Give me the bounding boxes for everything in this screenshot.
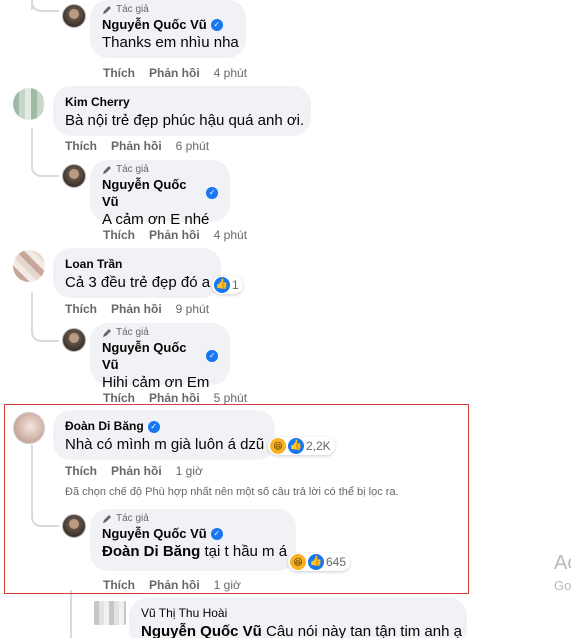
commenter-name[interactable]: Đoàn Di Băng <box>65 418 144 435</box>
comment-text-body: tại t hầu m á <box>200 543 288 560</box>
comment-bubble: Vũ Thị Thu Hoài Nguyễn Quốc Vũ Câu nói n… <box>129 598 467 638</box>
commenter-name[interactable]: Vũ Thị Thu Hoài <box>141 605 227 622</box>
like-reaction-icon: 👍 <box>288 438 304 454</box>
comment-text: Cả 3 đều trẻ đẹp đó a <box>65 274 211 291</box>
pencil-icon <box>103 6 111 14</box>
commenter-name[interactable]: Kim Cherry <box>65 94 130 111</box>
thread-connector <box>31 320 59 342</box>
avatar[interactable] <box>62 4 86 28</box>
comment-bubble: Loan Trần Cả 3 đều trẻ đẹp đó a <box>53 248 221 298</box>
author-badge-label: Tác giả <box>116 4 149 15</box>
pencil-icon <box>103 329 111 337</box>
verified-icon: ✓ <box>206 350 218 362</box>
avatar[interactable] <box>13 250 45 282</box>
author-badge: Tác giả <box>102 513 284 525</box>
comment-bubble: Tác giả Nguyễn Quốc Vũ ✓ Thanks em nhìu … <box>90 0 246 58</box>
comment-text: Thanks em nhìu nha <box>102 34 239 51</box>
haha-reaction-icon: 😆 <box>270 438 286 454</box>
avatar[interactable] <box>13 412 45 444</box>
avatar[interactable] <box>13 88 45 120</box>
like-reaction-icon: 👍 <box>308 554 324 570</box>
reply-button[interactable]: Phản hồi <box>149 227 200 243</box>
comment-time[interactable]: 9 phút <box>176 301 209 317</box>
author-badge: Tác giả <box>102 4 234 16</box>
thread-connector <box>31 155 59 177</box>
activation-watermark-sub: Go <box>554 578 571 593</box>
reply-button[interactable]: Phản hồi <box>149 65 200 81</box>
author-badge-label: Tác giả <box>116 327 149 338</box>
reply-button[interactable]: Phản hồi <box>111 463 162 479</box>
comment-actions: Thích Phản hồi 4 phút <box>103 65 247 81</box>
reaction-summary[interactable]: 😆 👍 645 <box>288 553 351 571</box>
avatar[interactable] <box>62 164 86 188</box>
comment-time[interactable]: 4 phút <box>214 65 247 81</box>
comment-actions: Thích Phản hồi 4 phút <box>103 227 247 243</box>
comment-bubble: Tác giả Nguyễn Quốc Vũ ✓ Đoàn Di Băng tạ… <box>90 509 296 571</box>
like-button[interactable]: Thích <box>103 65 135 81</box>
reaction-count: 645 <box>326 555 347 569</box>
reaction-count: 2,2K <box>306 439 331 453</box>
comment-text: Bà nội trẻ đẹp phúc hậu quá anh ơi. <box>65 112 305 129</box>
verified-icon: ✓ <box>206 187 218 199</box>
like-button[interactable]: Thích <box>65 301 97 317</box>
like-button[interactable]: Thích <box>103 577 135 593</box>
thread-line <box>70 590 72 638</box>
comment-text: Nguyễn Quốc Vũ Câu nói này tan tận tim a… <box>141 622 462 638</box>
commenter-name[interactable]: Loan Trần <box>65 256 122 273</box>
comment-bubble: Đoàn Di Băng ✓ Nhà có mình m già luôn á … <box>53 410 275 460</box>
reply-button[interactable]: Phản hồi <box>149 577 200 593</box>
mention-tag[interactable]: Đoàn Di Băng <box>102 543 200 560</box>
comment-time[interactable]: 1 giờ <box>176 463 203 479</box>
comment-bubble: Kim Cherry Bà nội trẻ đẹp phúc hậu quá a… <box>53 86 311 136</box>
comment-time[interactable]: 4 phút <box>214 227 247 243</box>
comment-actions: Thích Phản hồi 1 giờ <box>103 577 241 593</box>
author-badge: Tác giả <box>102 164 218 176</box>
thread-connector <box>31 0 59 12</box>
author-badge-label: Tác giả <box>116 513 149 524</box>
avatar[interactable] <box>62 514 86 538</box>
comment-actions: Thích Phản hồi 9 phút <box>65 301 209 317</box>
verified-icon: ✓ <box>210 527 223 540</box>
avatar[interactable] <box>62 328 86 352</box>
activation-watermark: Ac <box>554 552 571 574</box>
commenter-name[interactable]: Nguyễn Quốc Vũ <box>102 525 207 542</box>
comment-actions: Thích Phản hồi 6 phút <box>65 138 209 154</box>
reply-button[interactable]: Phản hồi <box>111 301 162 317</box>
comment-bubble: Tác giả Nguyễn Quốc Vũ ✓ Hihi cảm ơn Em <box>90 323 230 391</box>
commenter-name[interactable]: Nguyễn Quốc Vũ <box>102 339 202 373</box>
author-badge-label: Tác giả <box>116 164 149 175</box>
commenter-name[interactable]: Nguyễn Quốc Vũ <box>102 176 202 210</box>
like-button[interactable]: Thích <box>65 138 97 154</box>
like-button[interactable]: Thích <box>65 463 97 479</box>
reaction-summary[interactable]: 👍 1 <box>212 276 243 294</box>
verified-icon: ✓ <box>210 18 223 31</box>
filter-note: Đã chọn chế độ Phù hợp nhất nên một số c… <box>65 486 399 498</box>
comment-text: Nhà có mình m già luôn á dzũ <box>65 436 265 453</box>
comment-actions: Thích Phản hồi 1 giờ <box>65 463 203 479</box>
like-button[interactable]: Thích <box>103 227 135 243</box>
commenter-name[interactable]: Nguyễn Quốc Vũ <box>102 16 207 33</box>
comment-time[interactable]: 6 phút <box>176 138 209 154</box>
reaction-count: 1 <box>232 278 239 292</box>
author-badge: Tác giả <box>102 327 218 339</box>
haha-reaction-icon: 😆 <box>290 554 306 570</box>
reaction-summary[interactable]: 😆 👍 2,2K <box>268 437 335 455</box>
pencil-icon <box>103 515 111 523</box>
comment-text-body: Câu nói này tan tận tim anh ạ <box>261 623 462 638</box>
mention-tag[interactable]: Nguyễn Quốc Vũ <box>141 623 262 638</box>
pencil-icon <box>103 166 111 174</box>
avatar[interactable] <box>94 601 126 625</box>
comment-bubble: Tác giả Nguyễn Quốc Vũ ✓ A cảm ơn E nhé <box>90 160 230 228</box>
comment-time[interactable]: 1 giờ <box>214 577 241 593</box>
comment-text: Đoàn Di Băng tại t hầu m á <box>102 542 288 562</box>
reply-button[interactable]: Phản hồi <box>111 138 162 154</box>
verified-icon: ✓ <box>147 420 160 433</box>
like-reaction-icon: 👍 <box>214 277 230 293</box>
